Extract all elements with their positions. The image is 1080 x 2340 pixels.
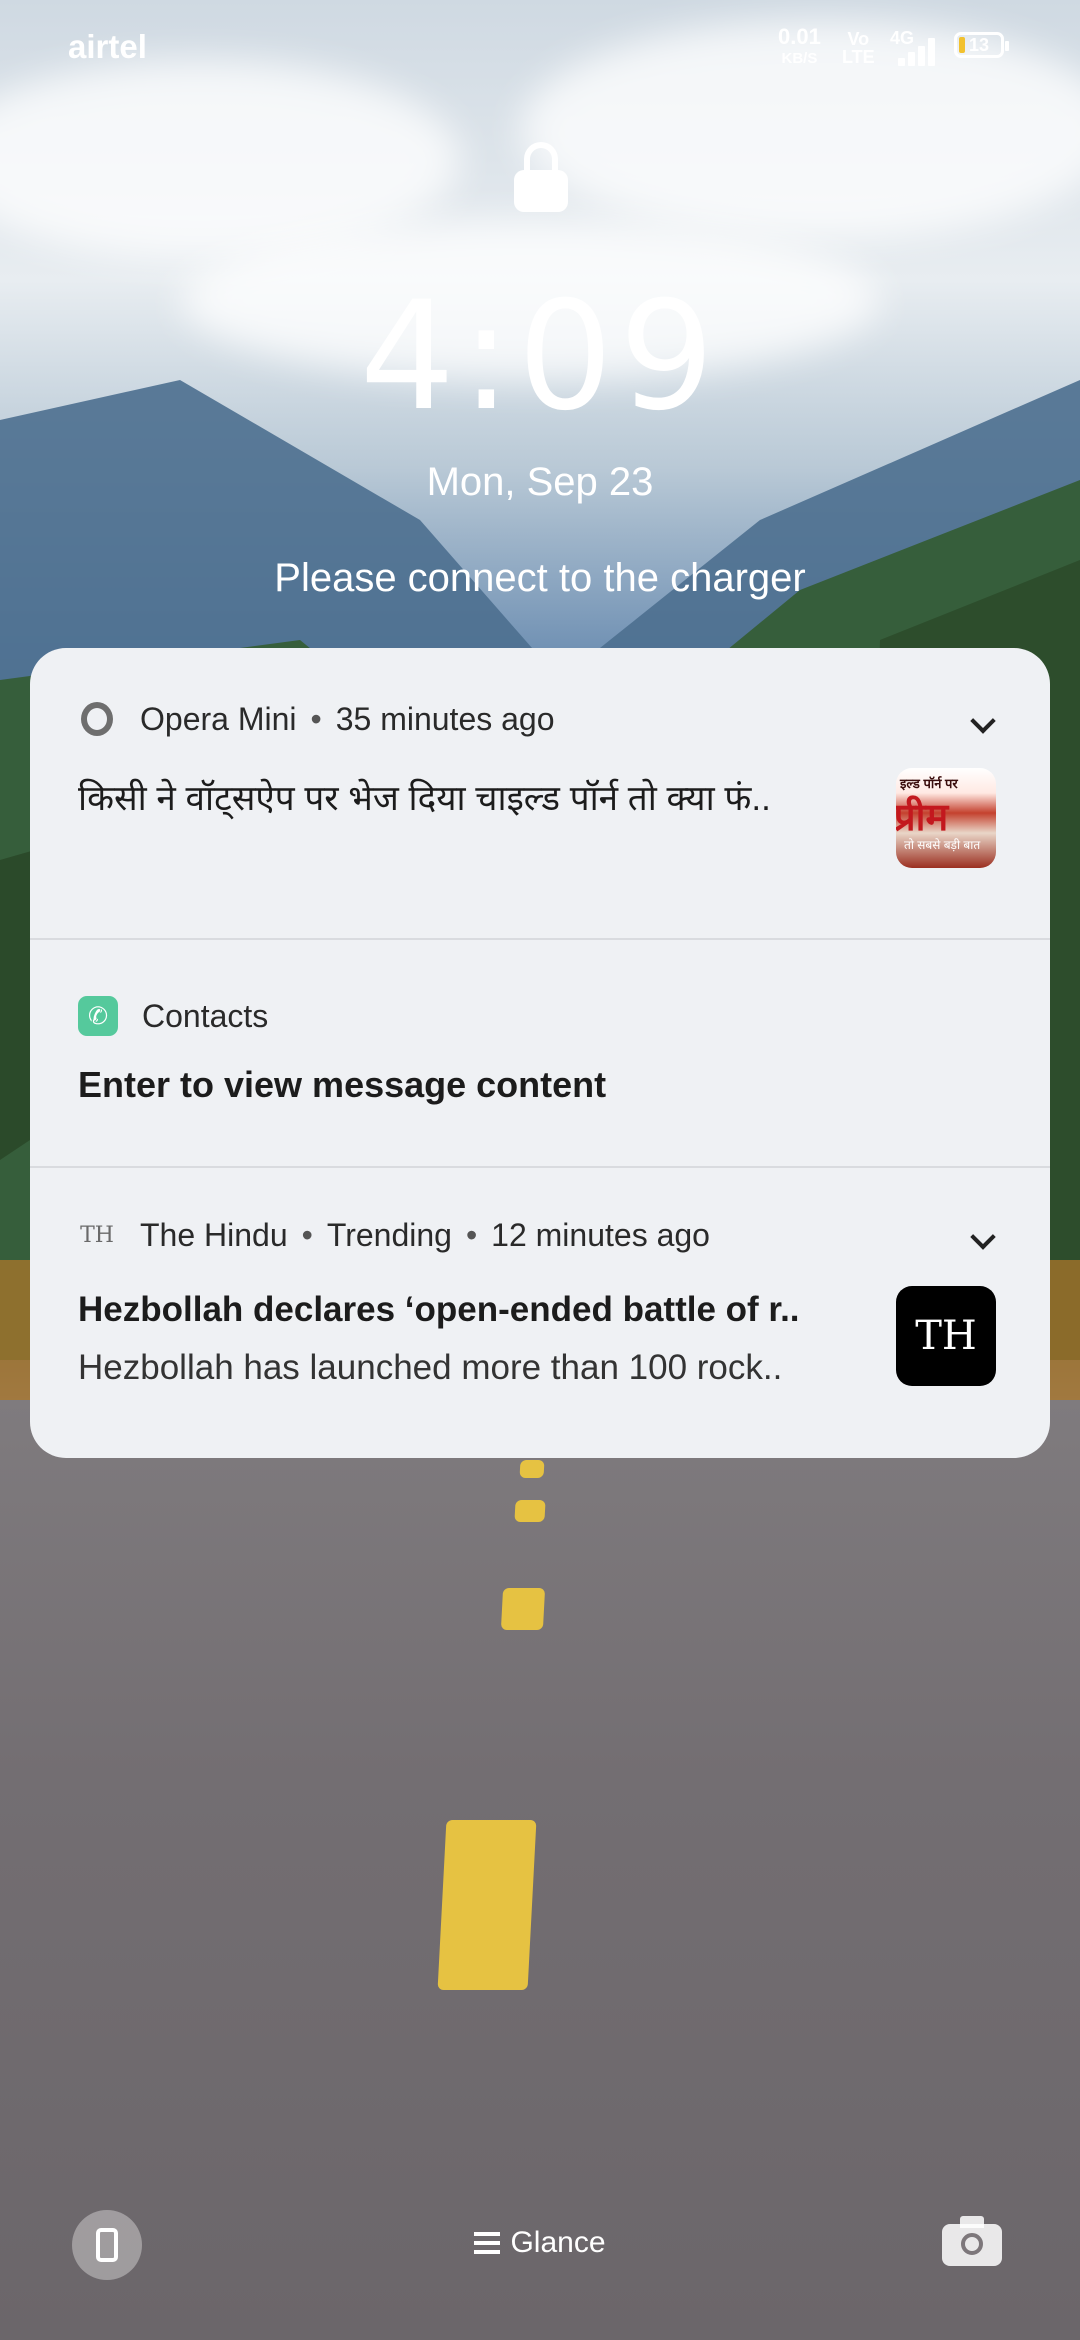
glance-label: Glance	[510, 2226, 606, 2259]
app-name: Opera Mini	[140, 700, 297, 737]
volte-bottom: LTE	[842, 47, 875, 67]
notification-time: 35 minutes ago	[335, 700, 555, 737]
chevron-down-icon[interactable]	[970, 712, 994, 736]
charge-message: Please connect to the charger	[274, 556, 806, 600]
the-hindu-icon: TH	[80, 1222, 114, 1248]
notification-thumbnail: इल्ड पॉर्न पर प्रीम तो सबसे बड़ी बात	[896, 768, 996, 868]
battery-level: 13	[968, 35, 990, 55]
opera-mini-icon	[78, 700, 116, 738]
separator-dot: •	[465, 1216, 478, 1253]
road-lane-marking	[519, 1460, 545, 1478]
separator-dot: •	[301, 1216, 313, 1253]
status-bar: airtel 0.01 KB/S Vo LTE 4G 13	[0, 0, 1080, 96]
background-road	[0, 1400, 1080, 2340]
lock-screen: airtel 0.01 KB/S Vo LTE 4G 13 4:09 Mon, …	[0, 0, 1080, 2340]
app-name: The Hindu	[140, 1216, 288, 1253]
network-speed-value: 0.01	[778, 24, 821, 49]
carrier-name: airtel	[68, 28, 147, 65]
notification-category: Trending	[326, 1216, 452, 1253]
notification-title: किसी ने वॉट्सऐप पर भेज दिया चाइल्ड पॉर्न…	[78, 779, 771, 818]
notification-title: Hezbollah declares ‘open-ended battle of…	[78, 1290, 800, 1329]
notification-panel: Opera Mini • 35 minutes ago किसी ने वॉट्…	[30, 648, 1050, 1458]
lock-icon[interactable]	[514, 142, 568, 214]
notification-time: 12 minutes ago	[491, 1216, 710, 1253]
notification-text: Hezbollah has launched more than 100 roc…	[78, 1348, 783, 1387]
app-name: Contacts	[142, 997, 269, 1034]
phone-icon: ✆	[78, 996, 118, 1036]
menu-icon	[474, 2232, 501, 2254]
notification-header: ✆ Contacts	[78, 996, 268, 1036]
volte-top: Vo	[847, 29, 870, 49]
glance-button[interactable]: Glance	[0, 2226, 1080, 2260]
volte-icon: Vo LTE	[842, 30, 875, 66]
camera-icon[interactable]	[942, 2216, 1002, 2266]
notification-header: TH The Hindu • Trending • 12 minutes ago	[78, 1216, 710, 1254]
clock: 4:09	[359, 270, 721, 444]
network-speed-unit: KB/S	[781, 50, 818, 67]
notification-the-hindu[interactable]: TH The Hindu • Trending • 12 minutes ago…	[30, 1168, 1050, 1458]
chevron-down-icon[interactable]	[970, 1228, 994, 1252]
notification-contacts[interactable]: ✆ Contacts Enter to view message content	[30, 940, 1050, 1166]
notification-thumbnail: TH	[896, 1286, 996, 1386]
thumbnail-text: तो सबसे बड़ी बात	[904, 838, 981, 852]
notification-opera-mini[interactable]: Opera Mini • 35 minutes ago किसी ने वॉट्…	[30, 648, 1050, 938]
road-lane-marking	[500, 1588, 546, 1630]
separator-dot: •	[310, 700, 322, 737]
date: Mon, Sep 23	[426, 460, 654, 504]
road-lane-marking	[514, 1500, 546, 1522]
road-lane-marking	[437, 1820, 537, 1990]
notification-title: Enter to view message content	[78, 1064, 607, 1105]
battery-icon: 13	[954, 32, 1009, 58]
thumbnail-text: प्रीम	[896, 797, 949, 839]
network-speed: 0.01 KB/S	[778, 26, 821, 70]
notification-header: Opera Mini • 35 minutes ago	[78, 700, 555, 738]
signal-icon	[896, 38, 940, 66]
